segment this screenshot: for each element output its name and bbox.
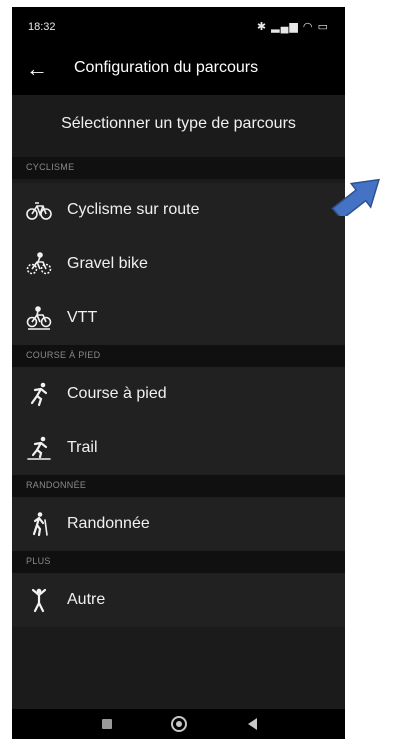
section-label: COURSE À PIED (26, 350, 101, 360)
section-label: PLUS (26, 556, 51, 566)
section-heading: Sélectionner un type de parcours (61, 115, 296, 132)
hiking-icon (26, 511, 52, 537)
page-title: Configuration du parcours (74, 59, 259, 76)
list-item-running[interactable]: Course à pied (12, 367, 345, 421)
system-nav-bar (12, 709, 345, 739)
list-item-label: VTT (67, 309, 98, 326)
list-item-gravel-bike[interactable]: Gravel bike (12, 237, 345, 291)
other-activity-icon (26, 587, 52, 613)
status-icons: ✱ ▂▄▆ ◠ ▭ (257, 20, 329, 33)
battery-icon: ▭ (317, 21, 329, 33)
list-item-road-cycling[interactable]: Cyclisme sur route (12, 183, 345, 237)
app-bar: ← Configuration du parcours (12, 45, 345, 95)
list-item-label: Randonnée (67, 515, 150, 532)
home-icon[interactable] (168, 713, 190, 735)
section-label: CYCLISME (26, 162, 75, 172)
list-item-label: Course à pied (67, 385, 167, 402)
list-item-hiking[interactable]: Randonnée (12, 497, 345, 551)
route-type-list: Sélectionner un type de parcours CYCLISM… (12, 95, 345, 709)
section-header-cycling: CYCLISME (12, 157, 345, 179)
road-bike-icon (26, 197, 52, 223)
wifi-icon: ◠ (302, 21, 314, 33)
trail-running-icon (26, 435, 52, 461)
annotation-arrow-shape (331, 178, 380, 216)
back-icon[interactable] (242, 713, 264, 735)
list-item-label: Autre (67, 591, 106, 608)
signal-icon: ▂▄▆ (271, 21, 299, 33)
section-header-hiking: RANDONNÉE (12, 475, 345, 497)
list-item-label: Cyclisme sur route (67, 201, 200, 218)
status-time: 18:32 (28, 21, 56, 33)
bluetooth-icon: ✱ (256, 21, 268, 33)
annotation-arrow-icon (331, 178, 380, 216)
list-item-mountain-bike[interactable]: VTT (12, 291, 345, 345)
list-item-label: Gravel bike (67, 255, 148, 272)
mountain-bike-icon (26, 305, 52, 331)
gravel-bike-icon (26, 251, 52, 277)
list-item-trail[interactable]: Trail (12, 421, 345, 475)
running-icon (26, 381, 52, 407)
section-header-running: COURSE À PIED (12, 345, 345, 367)
section-header-more: PLUS (12, 551, 345, 573)
list-item-other[interactable]: Autre (12, 573, 345, 627)
phone-screen: 18:32 ✱ ▂▄▆ ◠ ▭ ← Configuration du parco… (12, 7, 345, 739)
arrow-left-icon[interactable]: ← (22, 54, 52, 84)
section-label: RANDONNÉE (26, 480, 87, 490)
status-bar: 18:32 ✱ ▂▄▆ ◠ ▭ (12, 7, 345, 45)
list-item-label: Trail (67, 439, 98, 456)
recent-apps-icon[interactable] (96, 713, 118, 735)
